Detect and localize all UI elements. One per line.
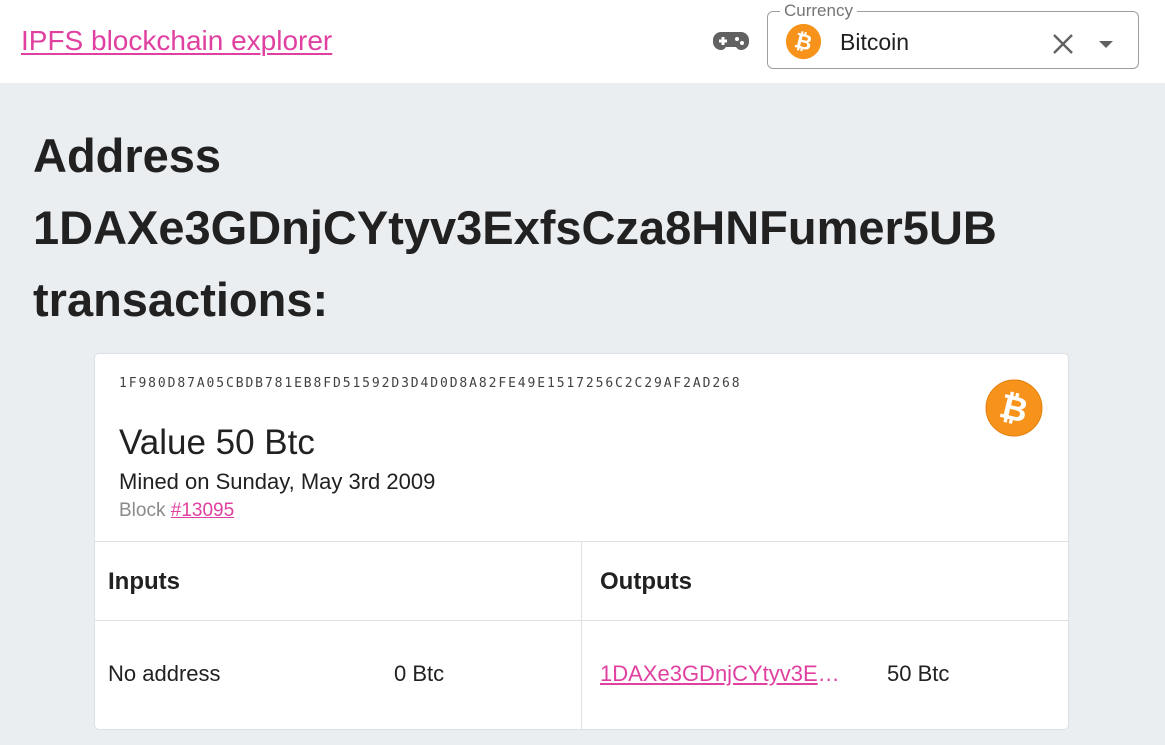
input-address: No address — [108, 661, 221, 686]
inputs-header: Inputs — [108, 568, 180, 595]
top-app-bar: IPFS blockchain explorer Currency ₿ Bitc… — [0, 0, 1165, 83]
currency-label: Currency — [780, 1, 857, 21]
page-title-line: Address — [33, 129, 222, 182]
home-link[interactable]: IPFS blockchain explorer — [21, 24, 332, 58]
block-label: Block — [119, 500, 166, 521]
output-address-link[interactable]: 1DAXe3GDnjCYtyv3ExfsCza8HNFumer5UB — [600, 660, 843, 688]
bitcoin-icon: ₿ — [985, 379, 1043, 437]
currency-value: Bitcoin — [840, 29, 910, 55]
block-info: Block #13095 — [119, 499, 234, 523]
gamepad-icon[interactable] — [713, 29, 749, 53]
caret-down-icon[interactable] — [1094, 32, 1118, 56]
block-link[interactable]: #13095 — [171, 500, 234, 521]
transaction-card: 1F980D87A05CBDB781EB8FD51592D3D4D0D8A82F… — [94, 353, 1069, 730]
input-amount: 0 Btc — [394, 661, 445, 686]
outputs-header: Outputs — [600, 568, 692, 595]
close-icon[interactable] — [1051, 32, 1075, 56]
divider — [95, 620, 1068, 621]
transaction-hash: 1F980D87A05CBDB781EB8FD51592D3D4D0D8A82F… — [119, 376, 742, 391]
mined-date: Mined on Sunday, May 3rd 2009 — [119, 469, 436, 494]
output-amount: 50 Btc — [887, 661, 950, 686]
address-title: 1DAXe3GDnjCYtyv3ExfsCza8HNFumer5UB — [33, 201, 997, 254]
transaction-value: Value 50 Btc — [119, 423, 315, 462]
page-title: Address 1DAXe3GDnjCYtyv3ExfsCza8HNFumer5… — [33, 120, 1133, 336]
currency-select[interactable]: Currency ₿ Bitcoin — [767, 1, 1139, 69]
bitcoin-icon: ₿ — [785, 23, 822, 60]
column-divider — [581, 541, 582, 729]
page-title-line: transactions: — [33, 273, 329, 326]
